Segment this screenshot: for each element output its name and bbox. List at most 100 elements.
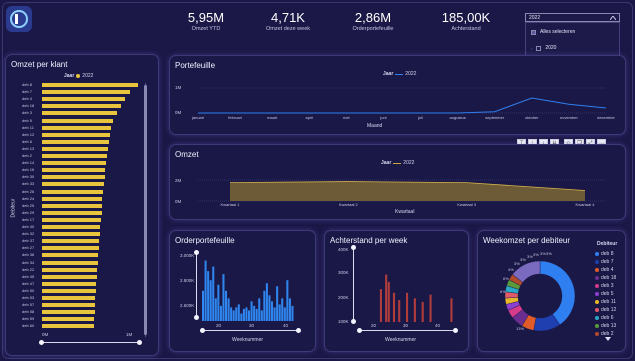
year-slicer[interactable]: 2022: [525, 13, 620, 22]
bar[interactable]: [204, 260, 207, 321]
dropdown-item-select-all[interactable]: Alles selecteren: [531, 29, 575, 35]
bar[interactable]: [245, 307, 248, 321]
range-slider-handle[interactable]: [39, 340, 44, 345]
bar[interactable]: [42, 260, 98, 265]
bar[interactable]: [214, 298, 217, 321]
series-line[interactable]: [198, 97, 607, 114]
bar[interactable]: [385, 274, 388, 322]
legend-item[interactable]: deb 12: [595, 307, 616, 313]
legend-item[interactable]: deb 4: [595, 267, 614, 273]
bar[interactable]: [271, 301, 274, 321]
bar[interactable]: [406, 292, 409, 322]
bar[interactable]: [225, 290, 228, 321]
bar[interactable]: [42, 97, 125, 102]
bar[interactable]: [255, 308, 258, 321]
bar[interactable]: [42, 132, 111, 137]
bar[interactable]: [258, 298, 261, 321]
bar[interactable]: [387, 281, 390, 322]
bar[interactable]: [42, 175, 106, 180]
bar[interactable]: [235, 307, 238, 321]
bar[interactable]: [42, 118, 114, 123]
bar[interactable]: [42, 310, 95, 315]
bar[interactable]: [232, 310, 235, 321]
bar[interactable]: [268, 295, 271, 321]
bar[interactable]: [209, 280, 212, 321]
bar[interactable]: [42, 239, 99, 244]
bar[interactable]: [291, 305, 294, 321]
range-slider-handle[interactable]: [453, 328, 458, 333]
bar[interactable]: [421, 301, 424, 322]
bar[interactable]: [42, 83, 138, 87]
bar[interactable]: [42, 281, 96, 286]
bar[interactable]: [260, 310, 263, 321]
bar[interactable]: [230, 307, 233, 321]
range-slider-track[interactable]: [202, 330, 298, 331]
bar[interactable]: [286, 280, 289, 321]
bar[interactable]: [240, 313, 243, 321]
bar[interactable]: [42, 139, 110, 144]
legend-item[interactable]: deb 8: [595, 251, 614, 257]
bar[interactable]: [42, 203, 102, 208]
bar[interactable]: [42, 232, 100, 237]
range-slider-handle[interactable]: [357, 328, 362, 333]
bar[interactable]: [392, 292, 396, 322]
bar[interactable]: [42, 288, 96, 293]
bar[interactable]: [227, 298, 230, 321]
bar[interactable]: [42, 196, 103, 201]
range-slider-handle[interactable]: [200, 328, 205, 333]
bar[interactable]: [219, 305, 222, 321]
bar[interactable]: [202, 290, 205, 321]
bar[interactable]: [237, 304, 240, 321]
bar[interactable]: [212, 266, 215, 321]
bar[interactable]: [429, 294, 432, 322]
bar[interactable]: [281, 298, 284, 321]
bar[interactable]: [42, 317, 94, 322]
bar[interactable]: [42, 161, 107, 166]
legend-item[interactable]: deb 6: [595, 315, 614, 321]
bar[interactable]: [42, 168, 106, 173]
legend-item[interactable]: deb 7: [595, 259, 614, 265]
bar[interactable]: [42, 90, 131, 95]
bar[interactable]: [398, 300, 401, 322]
legend-item[interactable]: deb 3: [595, 283, 614, 289]
bar[interactable]: [42, 210, 102, 215]
legend-item[interactable]: deb 18: [595, 275, 616, 281]
bar[interactable]: [42, 296, 95, 300]
range-slider-track[interactable]: [359, 330, 455, 331]
bar[interactable]: [42, 189, 104, 194]
bar[interactable]: [278, 304, 281, 321]
checkbox[interactable]: [536, 45, 542, 51]
bar[interactable]: [288, 298, 291, 321]
bar[interactable]: [242, 308, 245, 321]
bar[interactable]: [42, 217, 101, 222]
bar[interactable]: [42, 267, 97, 272]
bar[interactable]: [413, 298, 416, 322]
bar[interactable]: [222, 274, 225, 321]
legend-item[interactable]: deb 11: [595, 299, 616, 305]
donut-slice[interactable]: [539, 260, 576, 326]
bar[interactable]: [42, 154, 108, 158]
bar[interactable]: [42, 253, 98, 258]
bar[interactable]: [450, 298, 453, 322]
bar[interactable]: [253, 305, 256, 321]
bar[interactable]: [42, 324, 94, 329]
bar[interactable]: [379, 289, 382, 322]
bar[interactable]: [250, 301, 253, 321]
bar[interactable]: [42, 303, 95, 308]
bar[interactable]: [248, 310, 251, 321]
bar[interactable]: [42, 182, 105, 187]
bar[interactable]: [42, 104, 121, 109]
legend-scroll-down-icon[interactable]: [605, 337, 611, 341]
legend-item[interactable]: deb 5: [595, 291, 614, 297]
bar[interactable]: [276, 286, 279, 321]
range-slider-track[interactable]: [40, 342, 140, 343]
bar[interactable]: [42, 246, 99, 251]
scrollbar-thumb[interactable]: [144, 85, 147, 335]
bar[interactable]: [42, 146, 109, 151]
range-slider-handle[interactable]: [137, 340, 142, 345]
bar[interactable]: [42, 125, 112, 130]
legend-item[interactable]: deb 13: [595, 323, 616, 329]
bar[interactable]: [42, 225, 100, 229]
bar[interactable]: [42, 274, 97, 279]
bar[interactable]: [265, 283, 268, 321]
